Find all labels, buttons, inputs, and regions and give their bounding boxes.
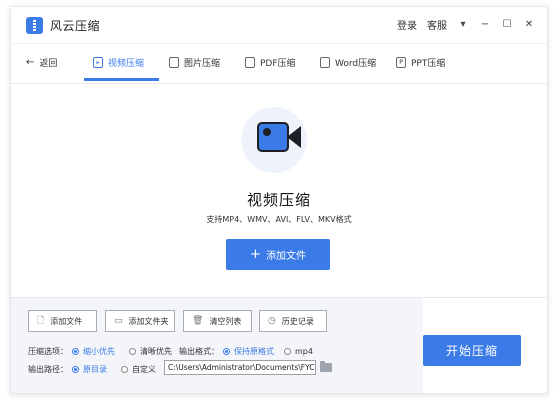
clock-icon: ◷ xyxy=(268,316,276,326)
add-folder-label: 添加文件夹 xyxy=(128,316,169,326)
active-tab-indicator xyxy=(84,78,159,81)
add-file-label: 添加文件 xyxy=(50,316,83,326)
folder-icon: ▭ xyxy=(114,316,123,326)
file-icon: 🗋 xyxy=(37,316,45,326)
output-path-label: 输出路径： xyxy=(28,365,68,374)
ppt-icon: P xyxy=(396,57,406,68)
output-path-row: 输出路径： 原目录 自定义 xyxy=(28,364,156,375)
output-format-row: 输出格式： 保持原格式 mp4 xyxy=(179,346,313,357)
tab-label: PPT压缩 xyxy=(411,59,446,69)
plus-icon: + xyxy=(250,246,261,262)
output-format-label: 输出格式： xyxy=(179,347,219,356)
compress-option-clarity[interactable]: 清晰优先 xyxy=(129,346,172,357)
add-file-button[interactable]: 🗋 添加文件 xyxy=(28,310,97,332)
video-camera-lens-icon xyxy=(287,126,301,148)
app-logo-icon xyxy=(26,17,43,34)
browse-folder-icon[interactable] xyxy=(320,361,332,372)
compress-options-label: 压缩选项： xyxy=(28,347,68,356)
image-icon xyxy=(169,57,179,68)
option-label: 保持原格式 xyxy=(234,347,274,356)
radio-unselected[interactable] xyxy=(129,348,136,355)
tab-label: 图片压缩 xyxy=(184,59,221,69)
pdf-icon xyxy=(245,57,255,68)
tab-bar: ← 返回 ▸ 视频压缩 图片压缩 PDF压缩 Word压缩 P PPT压缩 xyxy=(11,44,547,84)
tab-ppt-compress[interactable]: P PPT压缩 xyxy=(396,56,445,69)
format-option-mp4[interactable]: mp4 xyxy=(284,347,313,356)
add-file-main-label: 添加文件 xyxy=(265,251,306,262)
minimize-icon[interactable]: − xyxy=(479,19,491,30)
tab-word-compress[interactable]: Word压缩 xyxy=(320,56,376,69)
word-icon xyxy=(320,57,330,68)
title-bar: 风云压缩 登录 客服 ▾ − ☐ ✕ xyxy=(11,7,547,44)
app-title: 风云压缩 xyxy=(50,19,101,33)
path-option-original[interactable]: 原目录 xyxy=(72,364,107,375)
video-icon: ▸ xyxy=(93,57,103,68)
radio-selected[interactable] xyxy=(72,366,79,373)
close-icon[interactable]: ✕ xyxy=(523,19,535,30)
compress-options-row: 压缩选项： 缩小优先 清晰优先 xyxy=(28,346,172,357)
tab-label: PDF压缩 xyxy=(260,59,296,69)
title-actions: 登录 客服 ▾ − ☐ ✕ xyxy=(397,17,535,32)
format-option-keep[interactable]: 保持原格式 xyxy=(223,346,274,357)
option-label: mp4 xyxy=(295,347,313,356)
tab-video-compress[interactable]: ▸ 视频压缩 xyxy=(93,56,144,69)
back-label: 返回 xyxy=(39,59,58,69)
maximize-icon[interactable]: ☐ xyxy=(501,19,513,30)
option-label: 清晰优先 xyxy=(140,347,172,356)
supported-formats: 支持MP4、WMV、AVI、FLV、MKV格式 xyxy=(206,215,352,224)
tab-label: 视频压缩 xyxy=(108,59,145,69)
output-path-input[interactable]: C:\Users\Administrator\Documents\FYCom xyxy=(164,360,316,375)
arrow-left-icon: ← xyxy=(26,57,35,68)
option-label: 自定义 xyxy=(132,365,156,374)
history-button[interactable]: ◷ 历史记录 xyxy=(259,310,327,332)
login-link[interactable]: 登录 xyxy=(397,17,417,32)
tab-image-compress[interactable]: 图片压缩 xyxy=(169,56,220,69)
chevron-down-icon[interactable]: ▾ xyxy=(457,19,469,30)
radio-unselected[interactable] xyxy=(121,366,128,373)
start-compress-button[interactable]: 开始压缩 xyxy=(423,335,521,366)
back-button[interactable]: ← 返回 xyxy=(26,56,57,69)
drop-area[interactable]: 视频压缩 支持MP4、WMV、AVI、FLV、MKV格式 + 添加文件 xyxy=(11,84,547,297)
history-label: 历史记录 xyxy=(281,316,314,326)
service-link[interactable]: 客服 xyxy=(427,17,447,32)
video-camera-icon xyxy=(257,122,289,152)
tab-label: Word压缩 xyxy=(335,59,377,69)
clear-list-label: 清空列表 xyxy=(209,316,242,326)
hero-title: 视频压缩 xyxy=(246,191,311,209)
app-window: 风云压缩 登录 客服 ▾ − ☐ ✕ ← 返回 ▸ 视频压缩 图片压缩 PDF压… xyxy=(10,6,548,394)
option-label: 缩小优先 xyxy=(83,347,115,356)
option-label: 原目录 xyxy=(83,365,107,374)
radio-selected[interactable] xyxy=(72,348,79,355)
radio-unselected[interactable] xyxy=(284,348,291,355)
radio-selected[interactable] xyxy=(223,348,230,355)
tab-pdf-compress[interactable]: PDF压缩 xyxy=(245,56,296,69)
compress-option-smaller[interactable]: 缩小优先 xyxy=(72,346,115,357)
clear-list-button[interactable]: 🗑 清空列表 xyxy=(183,310,252,332)
add-file-main-button[interactable]: + 添加文件 xyxy=(226,239,330,270)
add-folder-button[interactable]: ▭ 添加文件夹 xyxy=(105,310,175,332)
trash-icon: 🗑 xyxy=(192,316,204,326)
path-option-custom[interactable]: 自定义 xyxy=(121,364,156,375)
